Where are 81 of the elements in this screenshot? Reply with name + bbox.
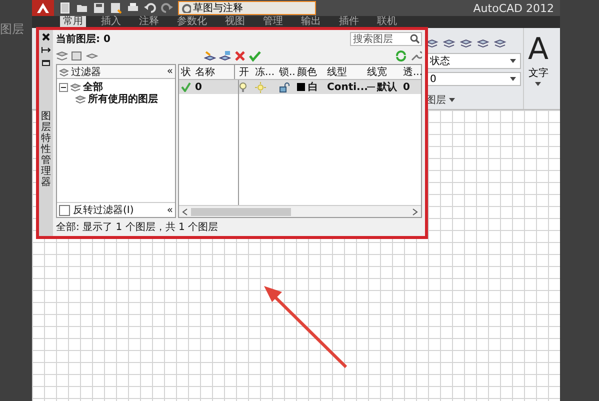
gear-icon: [181, 3, 191, 13]
checkbox[interactable]: [59, 204, 70, 216]
layer-tool-icon[interactable]: [494, 38, 508, 50]
filter-icon: [59, 66, 69, 76]
layer-tool-icon[interactable]: [477, 38, 491, 50]
layer-row[interactable]: 0 白 Conti... 默认 0: [179, 80, 421, 94]
ribbon-tab[interactable]: 联机: [374, 16, 400, 28]
unlocked-icon[interactable]: [279, 82, 290, 92]
column-header[interactable]: 线宽: [367, 65, 403, 79]
layer-state-dropdown[interactable]: 状态: [426, 53, 521, 69]
app-title: AutoCAD 2012: [473, 2, 554, 14]
color-name: 白: [308, 80, 318, 94]
panel-title: 文字: [528, 66, 548, 80]
layer-dropdown[interactable]: 0: [426, 72, 521, 86]
save-as-icon[interactable]: [110, 2, 122, 14]
auto-hide-icon[interactable]: [41, 45, 51, 55]
tree-item[interactable]: 全部: [83, 80, 103, 94]
color-swatch[interactable]: [297, 83, 305, 91]
ribbon-tab[interactable]: 常用: [60, 16, 86, 28]
tree-item[interactable]: 所有使用的图层: [88, 92, 158, 106]
delete-icon[interactable]: [234, 50, 246, 62]
properties-icon[interactable]: [41, 58, 51, 68]
set-current-icon[interactable]: [249, 50, 261, 62]
ribbon-tab[interactable]: 插件: [336, 16, 362, 28]
collapse-button[interactable]: «: [166, 204, 173, 216]
ribbon-tab[interactable]: 输出: [298, 16, 324, 28]
light-bulb-icon[interactable]: [239, 82, 247, 92]
status-text: 全部: 显示了 1 个图层，共 1 个图层: [56, 220, 218, 234]
undo-icon[interactable]: [144, 2, 156, 14]
column-header[interactable]: 颜色: [297, 65, 327, 79]
ribbon-tab[interactable]: 视图: [222, 16, 248, 28]
column-header[interactable]: 名称: [195, 65, 235, 79]
save-icon[interactable]: [93, 2, 105, 14]
ribbon-tab[interactable]: 注释: [136, 16, 162, 28]
settings-icon[interactable]: [410, 50, 422, 62]
layer-tool-icon[interactable]: [460, 38, 474, 50]
new-file-icon[interactable]: [59, 2, 71, 14]
column-header: 过滤器: [71, 66, 101, 78]
open-folder-icon[interactable]: [76, 2, 88, 14]
column-header[interactable]: 开: [239, 65, 255, 79]
search-field[interactable]: 搜索图层: [350, 32, 422, 46]
workspace-dropdown[interactable]: 草图与注释: [178, 1, 316, 15]
palette-title: 图层特性管理器: [41, 111, 51, 188]
caret-icon: [448, 96, 456, 104]
linetype: Conti...: [327, 82, 367, 92]
column-header[interactable]: 线型: [327, 65, 367, 79]
filter-icon: [70, 82, 81, 92]
redo-icon[interactable]: [161, 2, 173, 14]
horizontal-scrollbar[interactable]: [179, 205, 421, 217]
column-header[interactable]: 状: [181, 65, 195, 79]
column-header[interactable]: 锁..: [279, 65, 297, 79]
checkbox-label[interactable]: 反转过滤器(I): [73, 203, 134, 217]
caret-icon: [534, 80, 542, 88]
filter-icon: [75, 94, 86, 104]
collapse-button[interactable]: «: [166, 66, 173, 77]
column-header[interactable]: 透...: [403, 65, 421, 79]
new-group-filter-icon[interactable]: [71, 50, 83, 62]
caret-icon: [509, 57, 517, 65]
close-icon[interactable]: [41, 32, 51, 42]
refresh-icon[interactable]: [395, 50, 407, 62]
column-header[interactable]: 冻...: [255, 65, 279, 79]
current-layer-label: 当前图层: 0: [56, 32, 110, 46]
text-tool-glyph[interactable]: A: [528, 34, 549, 66]
ribbon-tab[interactable]: 插入: [98, 16, 124, 28]
search-icon: [410, 34, 420, 44]
layer-tool-icon[interactable]: [426, 38, 440, 50]
new-layer-icon[interactable]: [204, 50, 216, 62]
transparency: 0: [403, 82, 411, 92]
caret-icon: [509, 75, 517, 83]
layer-name: 0: [195, 82, 203, 92]
print-icon[interactable]: [127, 2, 139, 14]
collapse-icon[interactable]: [59, 82, 68, 92]
layer-tool-icon[interactable]: [443, 38, 457, 50]
app-logo-icon[interactable]: [32, 0, 54, 16]
ribbon-tab[interactable]: 管理: [260, 16, 286, 28]
line-weight-icon: [367, 84, 375, 90]
background-text: 图层: [0, 22, 24, 36]
lineweight: 默认: [377, 80, 397, 94]
ribbon-tab[interactable]: 参数化: [174, 16, 210, 28]
new-property-filter-icon[interactable]: [56, 50, 68, 62]
new-layer-frozen-icon[interactable]: [219, 50, 231, 62]
